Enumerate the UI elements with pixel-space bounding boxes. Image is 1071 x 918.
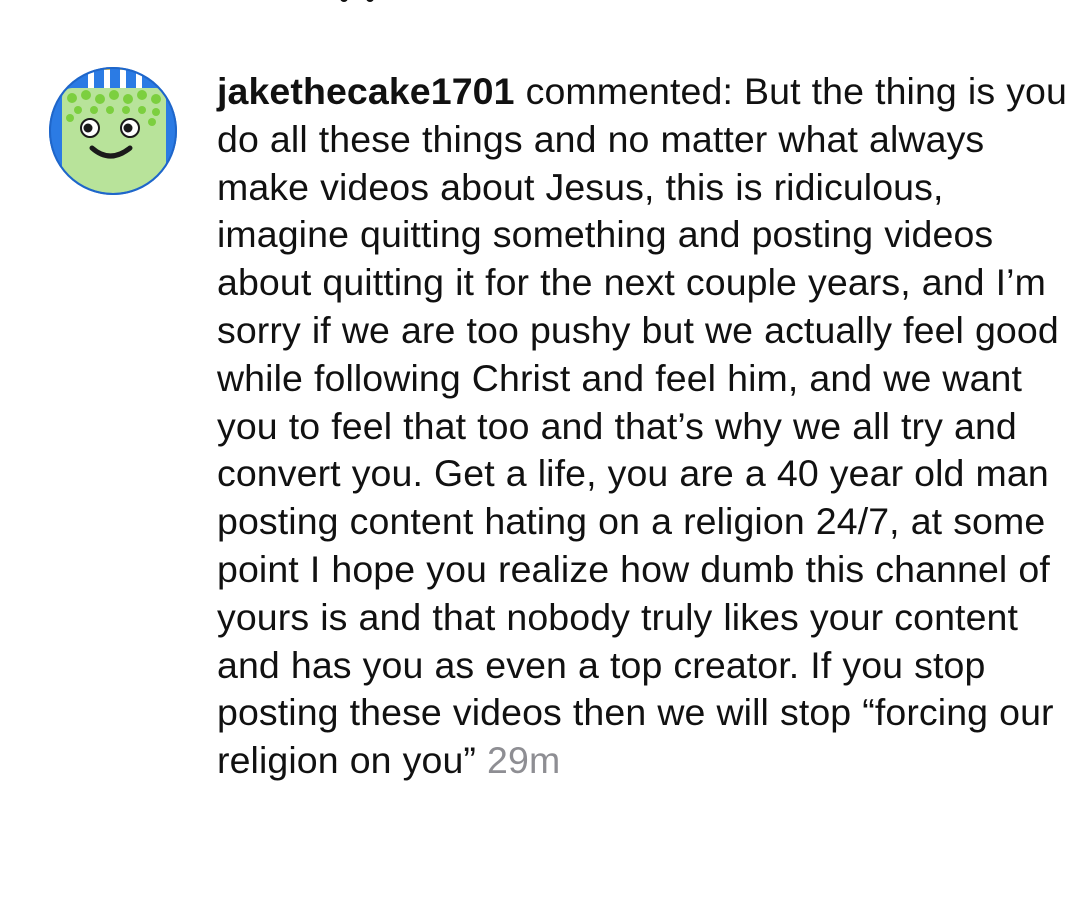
comment-timestamp: 29m: [487, 739, 561, 782]
comment-item: jakethecake1701 commented: But the thing…: [0, 0, 1071, 918]
comment-body: But the thing is you do all these things…: [217, 70, 1067, 782]
comment-text: jakethecake1701 commented: But the thing…: [217, 68, 1069, 785]
cake-face-avatar-icon[interactable]: [48, 66, 178, 196]
comment-username[interactable]: jakethecake1701: [217, 70, 515, 112]
comment-action: commented:: [525, 70, 733, 112]
